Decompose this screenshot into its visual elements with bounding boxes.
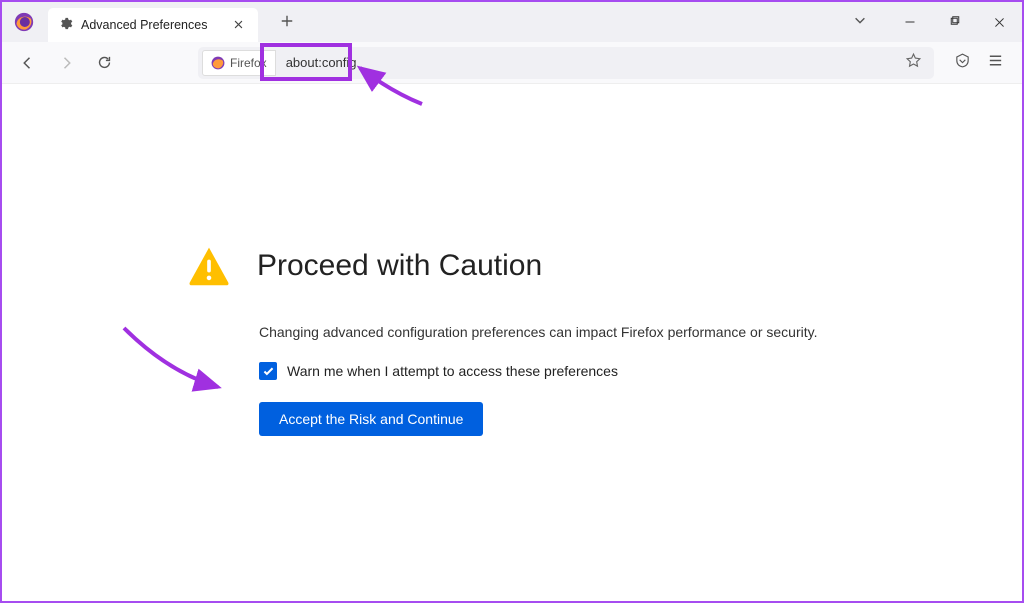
minimize-button[interactable] — [887, 4, 932, 40]
tab-title: Advanced Preferences — [81, 18, 207, 32]
window-controls — [833, 4, 1022, 40]
warning-description: Changing advanced configuration preferen… — [259, 324, 837, 340]
app-menu-button[interactable] — [987, 52, 1004, 74]
firefox-app-icon — [14, 12, 34, 32]
navigation-toolbar: Firefox about:config — [2, 42, 1022, 84]
accept-risk-button[interactable]: Accept the Risk and Continue — [259, 402, 483, 436]
forward-button[interactable] — [52, 49, 80, 77]
tabs-dropdown-button[interactable] — [833, 5, 887, 40]
checkbox-label: Warn me when I attempt to access these p… — [287, 363, 618, 379]
warning-triangle-icon — [187, 244, 231, 288]
urlbar-input[interactable]: about:config — [276, 47, 893, 79]
warning-checkbox-row[interactable]: Warn me when I attempt to access these p… — [259, 362, 837, 380]
gear-icon — [58, 16, 73, 34]
warning-title: Proceed with Caution — [257, 249, 542, 283]
maximize-button[interactable] — [932, 4, 977, 40]
tab-close-button[interactable] — [229, 15, 248, 35]
close-window-button[interactable] — [977, 4, 1022, 40]
titlebar: Advanced Preferences — [2, 2, 1022, 42]
reload-button[interactable] — [90, 49, 118, 77]
content-area: Proceed with Caution Changing advanced c… — [2, 84, 1022, 436]
bookmark-star-button[interactable] — [893, 52, 934, 74]
urlbar-prefix-label: Firefox — [230, 56, 267, 70]
about-config-warning: Proceed with Caution Changing advanced c… — [187, 244, 837, 436]
urlbar-identity-box[interactable]: Firefox — [202, 50, 276, 76]
back-button[interactable] — [14, 49, 42, 77]
new-tab-button[interactable] — [272, 8, 302, 37]
pocket-button[interactable] — [954, 52, 971, 74]
show-warning-checkbox[interactable] — [259, 362, 277, 380]
browser-tab[interactable]: Advanced Preferences — [48, 8, 258, 42]
url-bar[interactable]: Firefox about:config — [198, 47, 934, 79]
